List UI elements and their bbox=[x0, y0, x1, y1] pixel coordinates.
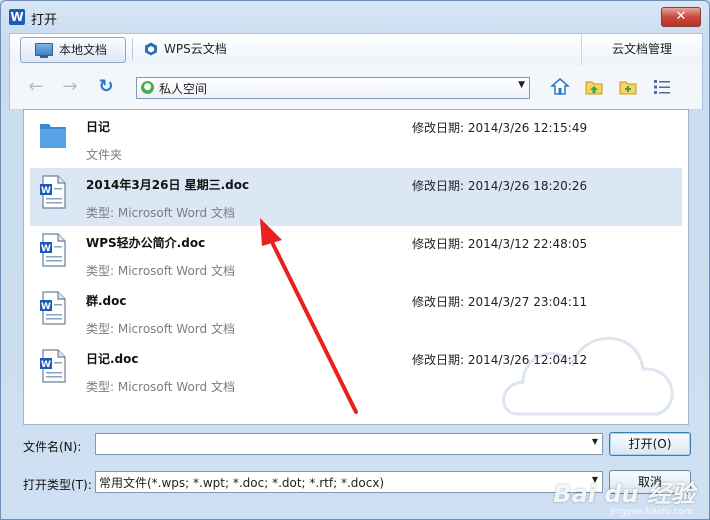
filetype-label: 打开类型(T): bbox=[23, 478, 92, 492]
folder-icon bbox=[40, 124, 66, 148]
file-row-wps-intro-doc[interactable]: W WPS轻办公简介.doc 类型: Microsoft Word 文档 修改日… bbox=[30, 226, 682, 284]
view-list-icon[interactable] bbox=[652, 77, 672, 97]
file-modified-date: 修改日期: 2014/3/12 22:48:05 bbox=[412, 237, 588, 251]
file-list[interactable]: 日记 文件夹 修改日期: 2014/3/26 12:15:49 W 2014年3… bbox=[23, 109, 689, 425]
user-icon: ● bbox=[141, 81, 154, 94]
new-folder-icon[interactable] bbox=[618, 77, 638, 97]
location-value: 私人空间 bbox=[159, 82, 208, 96]
file-name: 2014年3月26日 星期三.doc bbox=[86, 178, 250, 192]
word-document-icon: W bbox=[40, 291, 66, 325]
monitor-icon bbox=[35, 43, 53, 58]
open-button[interactable]: 打开(O) bbox=[609, 432, 691, 456]
tab-wps-cloud[interactable]: WPS云文档 bbox=[138, 37, 258, 61]
word-document-icon: W bbox=[40, 233, 66, 267]
file-row-diary-doc[interactable]: W 日记.doc 类型: Microsoft Word 文档 修改日期: 201… bbox=[30, 342, 682, 400]
svg-text:W: W bbox=[41, 302, 51, 312]
file-modified-date: 修改日期: 2014/3/26 12:15:49 bbox=[412, 121, 588, 135]
navigation-bar: ← → ↻ ● 私人空间 ▼ bbox=[9, 65, 703, 109]
filename-input[interactable]: ▼ bbox=[95, 433, 603, 455]
location-tabs: 本地文档 WPS云文档 云文档管理 bbox=[9, 33, 703, 66]
tab-divider bbox=[132, 38, 133, 60]
file-name: 群.doc bbox=[86, 294, 127, 308]
file-name: 日记.doc bbox=[86, 352, 139, 366]
refresh-icon[interactable]: ↻ bbox=[96, 77, 116, 97]
file-modified-date: 修改日期: 2014/3/27 23:04:11 bbox=[412, 295, 588, 309]
word-document-icon: W bbox=[40, 349, 66, 383]
svg-text:W: W bbox=[41, 360, 51, 370]
filename-label: 文件名(N): bbox=[23, 440, 82, 454]
chevron-down-icon: ▼ bbox=[518, 80, 525, 90]
dialog-title: 打开 bbox=[31, 13, 58, 28]
baidu-watermark: Bai du 经验 bbox=[553, 480, 695, 508]
file-modified-date: 修改日期: 2014/3/26 18:20:26 bbox=[412, 179, 588, 193]
title-bar: W 打开 ✕ bbox=[1, 1, 709, 35]
svg-text:W: W bbox=[41, 244, 51, 254]
dialog-footer: 文件名(N): ▼ 打开(O) 打开类型(T): 常用文件(*.wps; *.w… bbox=[1, 423, 709, 519]
baidu-watermark-url: jingyan.baidu.com bbox=[609, 507, 693, 517]
file-row-20140326-doc[interactable]: W 2014年3月26日 星期三.doc 类型: Microsoft Word … bbox=[30, 168, 682, 226]
file-type: 类型: Microsoft Word 文档 bbox=[86, 322, 235, 336]
back-arrow-icon[interactable]: ← bbox=[26, 77, 46, 97]
file-type: 类型: Microsoft Word 文档 bbox=[86, 206, 235, 220]
location-dropdown[interactable]: ● 私人空间 ▼ bbox=[136, 77, 530, 99]
tab-local-label: 本地文档 bbox=[59, 43, 108, 57]
word-document-icon: W bbox=[40, 175, 66, 209]
chevron-down-icon[interactable]: ▼ bbox=[592, 437, 598, 446]
svg-text:W: W bbox=[41, 186, 51, 196]
open-dialog: W 打开 ✕ 本地文档 WPS云文档 云文档管理 ← → ↻ ● 私人空间 ▼ bbox=[0, 0, 710, 520]
wps-writer-icon: W bbox=[9, 9, 25, 25]
tab-local-documents[interactable]: 本地文档 bbox=[20, 37, 126, 63]
home-icon[interactable] bbox=[550, 77, 570, 97]
up-folder-icon[interactable] bbox=[584, 77, 604, 97]
file-name: 日记 bbox=[86, 120, 111, 134]
file-type: 类型: Microsoft Word 文档 bbox=[86, 380, 235, 394]
file-row-diary-folder[interactable]: 日记 文件夹 修改日期: 2014/3/26 12:15:49 bbox=[30, 110, 682, 168]
file-type: 类型: Microsoft Word 文档 bbox=[86, 264, 235, 278]
filetype-value: 常用文件(*.wps; *.wpt; *.doc; *.dot; *.rtf; … bbox=[99, 476, 385, 490]
close-button[interactable]: ✕ bbox=[661, 7, 701, 27]
file-name: WPS轻办公简介.doc bbox=[86, 236, 206, 250]
filetype-select[interactable]: 常用文件(*.wps; *.wpt; *.doc; *.dot; *.rtf; … bbox=[95, 471, 603, 493]
wps-cloud-icon bbox=[145, 42, 157, 56]
file-row-group-doc[interactable]: W 群.doc 类型: Microsoft Word 文档 修改日期: 2014… bbox=[30, 284, 682, 342]
file-modified-date: 修改日期: 2014/3/26 12:04:12 bbox=[412, 353, 588, 367]
file-type: 文件夹 bbox=[86, 148, 123, 162]
tab-wps-cloud-label: WPS云文档 bbox=[164, 42, 227, 56]
cloud-manage-button[interactable]: 云文档管理 bbox=[581, 34, 702, 66]
forward-arrow-icon[interactable]: → bbox=[60, 77, 80, 97]
